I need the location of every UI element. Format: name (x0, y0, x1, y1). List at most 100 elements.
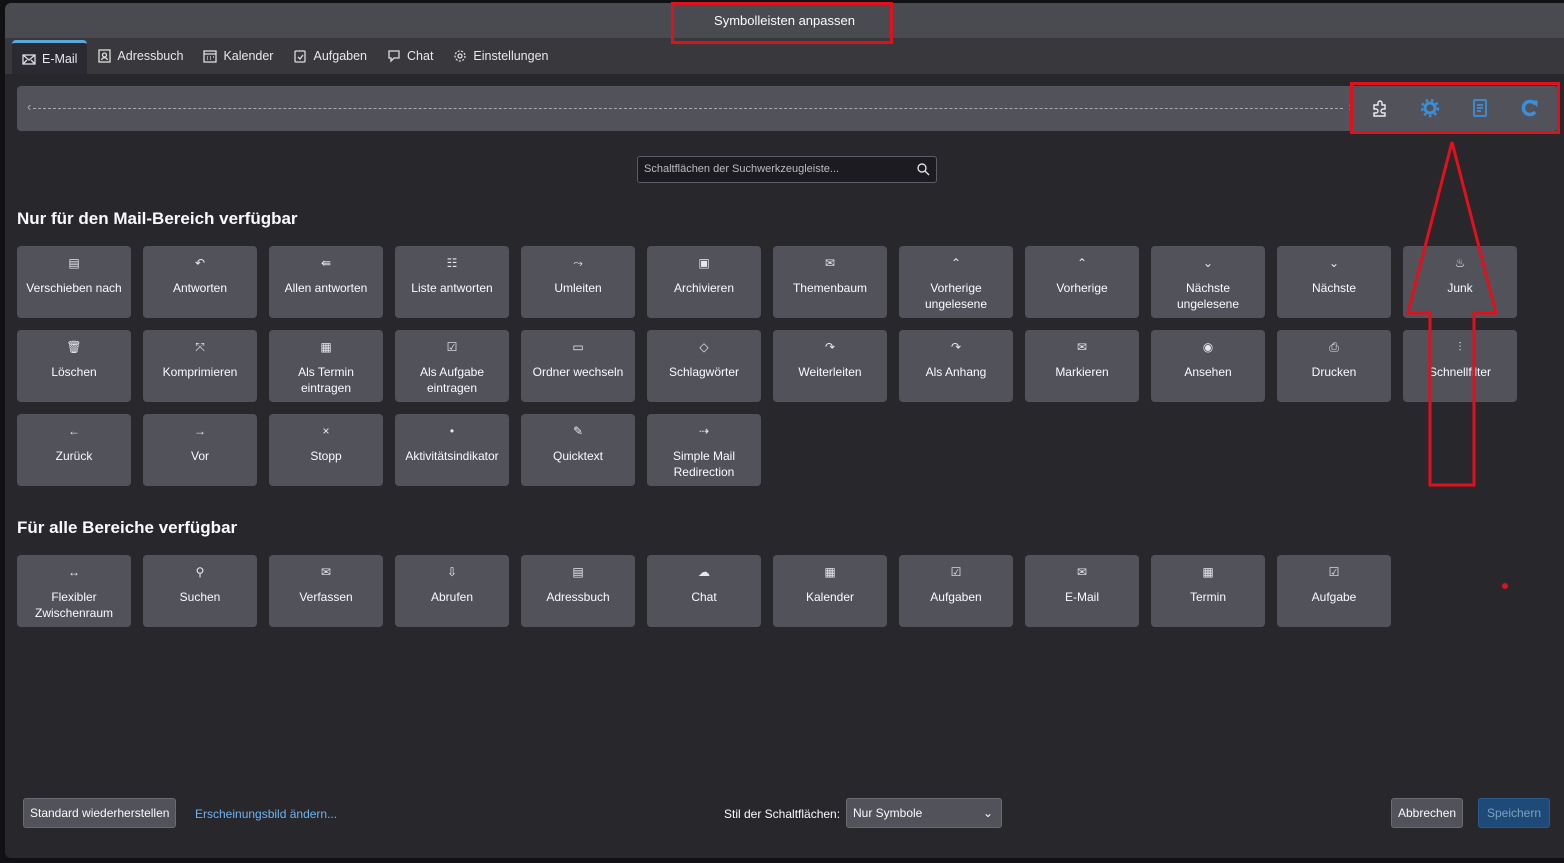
toolbar-button-tile[interactable]: ⤳ Umleiten (521, 246, 635, 318)
toolbar-button-tile[interactable]: → Vor (143, 414, 257, 486)
toolbar-button-tile[interactable]: ↷ Als Anhang (899, 330, 1013, 402)
toolbar-button-tile[interactable]: 🗑 Löschen (17, 330, 131, 402)
toolbar-button-tile[interactable]: ✎ Quicktext (521, 414, 635, 486)
select-value: Nur Symbole (853, 806, 923, 820)
button-label: Verfassen (299, 590, 353, 604)
button-label: Umleiten (554, 281, 602, 295)
toolbar-button-tile[interactable]: ↶ Antworten (143, 246, 257, 318)
chevron-left-icon: ‹ (27, 99, 32, 114)
tab-label: Einstellungen (473, 49, 549, 63)
button-label: Zurück (55, 449, 93, 463)
toolbar-button-tile[interactable]: ⎙ Drucken (1277, 330, 1391, 402)
button-style-select[interactable]: Nur Symbole ⌄ (846, 798, 1002, 828)
toolbar-button-tile[interactable]: ⇩ Abrufen (395, 555, 509, 627)
toolbar-button-tile[interactable]: ⇢ Simple Mail Redirection (647, 414, 761, 486)
toolbar-button-tile[interactable]: ← Zurück (17, 414, 131, 486)
button-icon: ▭ (572, 340, 584, 354)
button-label: Liste antworten (411, 281, 493, 295)
button-icon: ☷ (446, 256, 458, 270)
button-label: Vorherige ungelesene (924, 281, 988, 311)
toolbar-drop-area[interactable]: ‹ › (17, 86, 1558, 131)
button-label: Komprimieren (162, 365, 238, 379)
button-icon: ◇ (699, 340, 709, 354)
button-icon: ✉ (824, 256, 836, 270)
toolbar-button-tile[interactable]: ✉ Verfassen (269, 555, 383, 627)
button-label: Quicktext (552, 449, 603, 463)
tab-email[interactable]: E-Mail (12, 40, 88, 74)
toolbar-button-tile[interactable]: ☑ Aufgaben (899, 555, 1013, 627)
toolbar-button-tile[interactable]: ▤ Verschieben nach (17, 246, 131, 318)
button-label: Aufgabe (1311, 590, 1357, 604)
gear-icon (454, 50, 467, 62)
change-appearance-link[interactable]: Erscheinungsbild ändern... (195, 807, 337, 821)
all-buttons-grid: ↔ Flexibler Zwischenraum ⚲ Suchen ✉ Verfassen… (17, 555, 1517, 627)
tab-calendar[interactable]: Kalender (193, 38, 283, 74)
toolbar-button-tile[interactable]: ✉ Markieren (1025, 330, 1139, 402)
button-label: Weiterleiten (798, 365, 862, 379)
tab-tasks[interactable]: Aufgaben (283, 38, 377, 74)
tab-addressbook[interactable]: Adressbuch (87, 38, 193, 74)
button-icon: ☁ (698, 565, 710, 579)
button-label: Termin (1189, 590, 1226, 604)
toolbar-button-tile[interactable]: ▦ Kalender (773, 555, 887, 627)
annotation-box-title (671, 2, 893, 44)
toolbar-button-tile[interactable]: ▦ Als Termin eintragen (269, 330, 383, 402)
tab-settings[interactable]: Einstellungen (443, 38, 558, 74)
button-icon: ⤧ (195, 340, 205, 354)
toolbar-button-tile[interactable]: ⤧ Komprimieren (143, 330, 257, 402)
button-icon: ↷ (824, 340, 836, 354)
tab-label: Chat (407, 49, 434, 63)
button-label: Als Anhang (925, 365, 987, 379)
button-label: Antworten (172, 281, 228, 295)
toolbar-button-tile[interactable]: ▦ Termin (1151, 555, 1265, 627)
annotation-box-toolbar-icons (1350, 82, 1560, 134)
button-label: Markieren (1055, 365, 1109, 379)
toolbar-button-tile[interactable]: ▣ Archivieren (647, 246, 761, 318)
button-label: Als Termin eintragen (298, 365, 354, 395)
toolbar-button-tile[interactable]: ☁ Chat (647, 555, 761, 627)
button-icon: ▦ (824, 565, 836, 579)
button-icon: ⇚ (320, 256, 332, 270)
button-icon: ✎ (572, 424, 584, 438)
toolbar-button-tile[interactable]: ▭ Ordner wechseln (521, 330, 635, 402)
button-label: Vorherige (1056, 281, 1108, 295)
toolbar-button-tile[interactable]: ✉ E-Mail (1025, 555, 1139, 627)
button-icon: ↶ (194, 256, 206, 270)
toolbar-search-input[interactable]: Schaltflächen der Suchwerkzeugleiste... (637, 156, 937, 183)
toolbar-button-tile[interactable]: ↷ Weiterleiten (773, 330, 887, 402)
button-icon: • (449, 424, 455, 438)
flexible-space-indicator (33, 108, 1343, 109)
toolbar-button-tile[interactable]: ⌃ Vorherige (1025, 246, 1139, 318)
toolbar-button-tile[interactable]: • Aktivitätsindikator (395, 414, 509, 486)
toolbar-button-tile[interactable]: ◇ Schlagwörter (647, 330, 761, 402)
button-icon: ☑ (950, 565, 962, 579)
tab-chat[interactable]: Chat (377, 38, 443, 74)
button-label: Löschen (51, 365, 97, 379)
toolbar-button-tile[interactable]: ☷ Liste antworten (395, 246, 509, 318)
toolbar-button-tile[interactable]: × Stopp (269, 414, 383, 486)
toolbar-button-tile[interactable]: ⌄ Nächste (1277, 246, 1391, 318)
toolbar-button-tile[interactable]: ⚲ Suchen (143, 555, 257, 627)
button-icon: ← (68, 424, 80, 438)
tab-label: Adressbuch (117, 49, 184, 63)
button-label: Drucken (1311, 365, 1357, 379)
toolbar-button-tile[interactable]: ↔ Flexibler Zwischenraum (17, 555, 131, 627)
button-icon: ☑ (446, 340, 458, 354)
toolbar-button-tile[interactable]: ▤ Adressbuch (521, 555, 635, 627)
button-style-label: Stil der Schaltflächen: (724, 807, 841, 821)
button-label: Verschieben nach (26, 281, 122, 295)
save-button[interactable]: Speichern (1478, 798, 1550, 828)
annotation-arrow-icon (1406, 141, 1498, 487)
restore-defaults-button[interactable]: Standard wiederherstellen (23, 798, 177, 828)
toolbar-button-tile[interactable]: ☑ Als Aufgabe eintragen (395, 330, 509, 402)
toolbar-button-tile[interactable]: ✉ Themenbaum (773, 246, 887, 318)
search-placeholder: Schaltflächen der Suchwerkzeugleiste... (644, 163, 840, 175)
toolbar-button-tile[interactable]: ☑ Aufgabe (1277, 555, 1391, 627)
cancel-button[interactable]: Abbrechen (1391, 798, 1464, 828)
toolbar-button-tile[interactable]: ⌃ Vorherige ungelesene (899, 246, 1013, 318)
toolbar-button-tile[interactable]: ⌄ Nächste ungelesene (1151, 246, 1265, 318)
toolbar-button-tile[interactable]: ◉ Ansehen (1151, 330, 1265, 402)
toolbar-button-tile[interactable]: ⇚ Allen antworten (269, 246, 383, 318)
button-label: Adressbuch (546, 590, 610, 604)
button-icon: ↔ (68, 565, 80, 579)
